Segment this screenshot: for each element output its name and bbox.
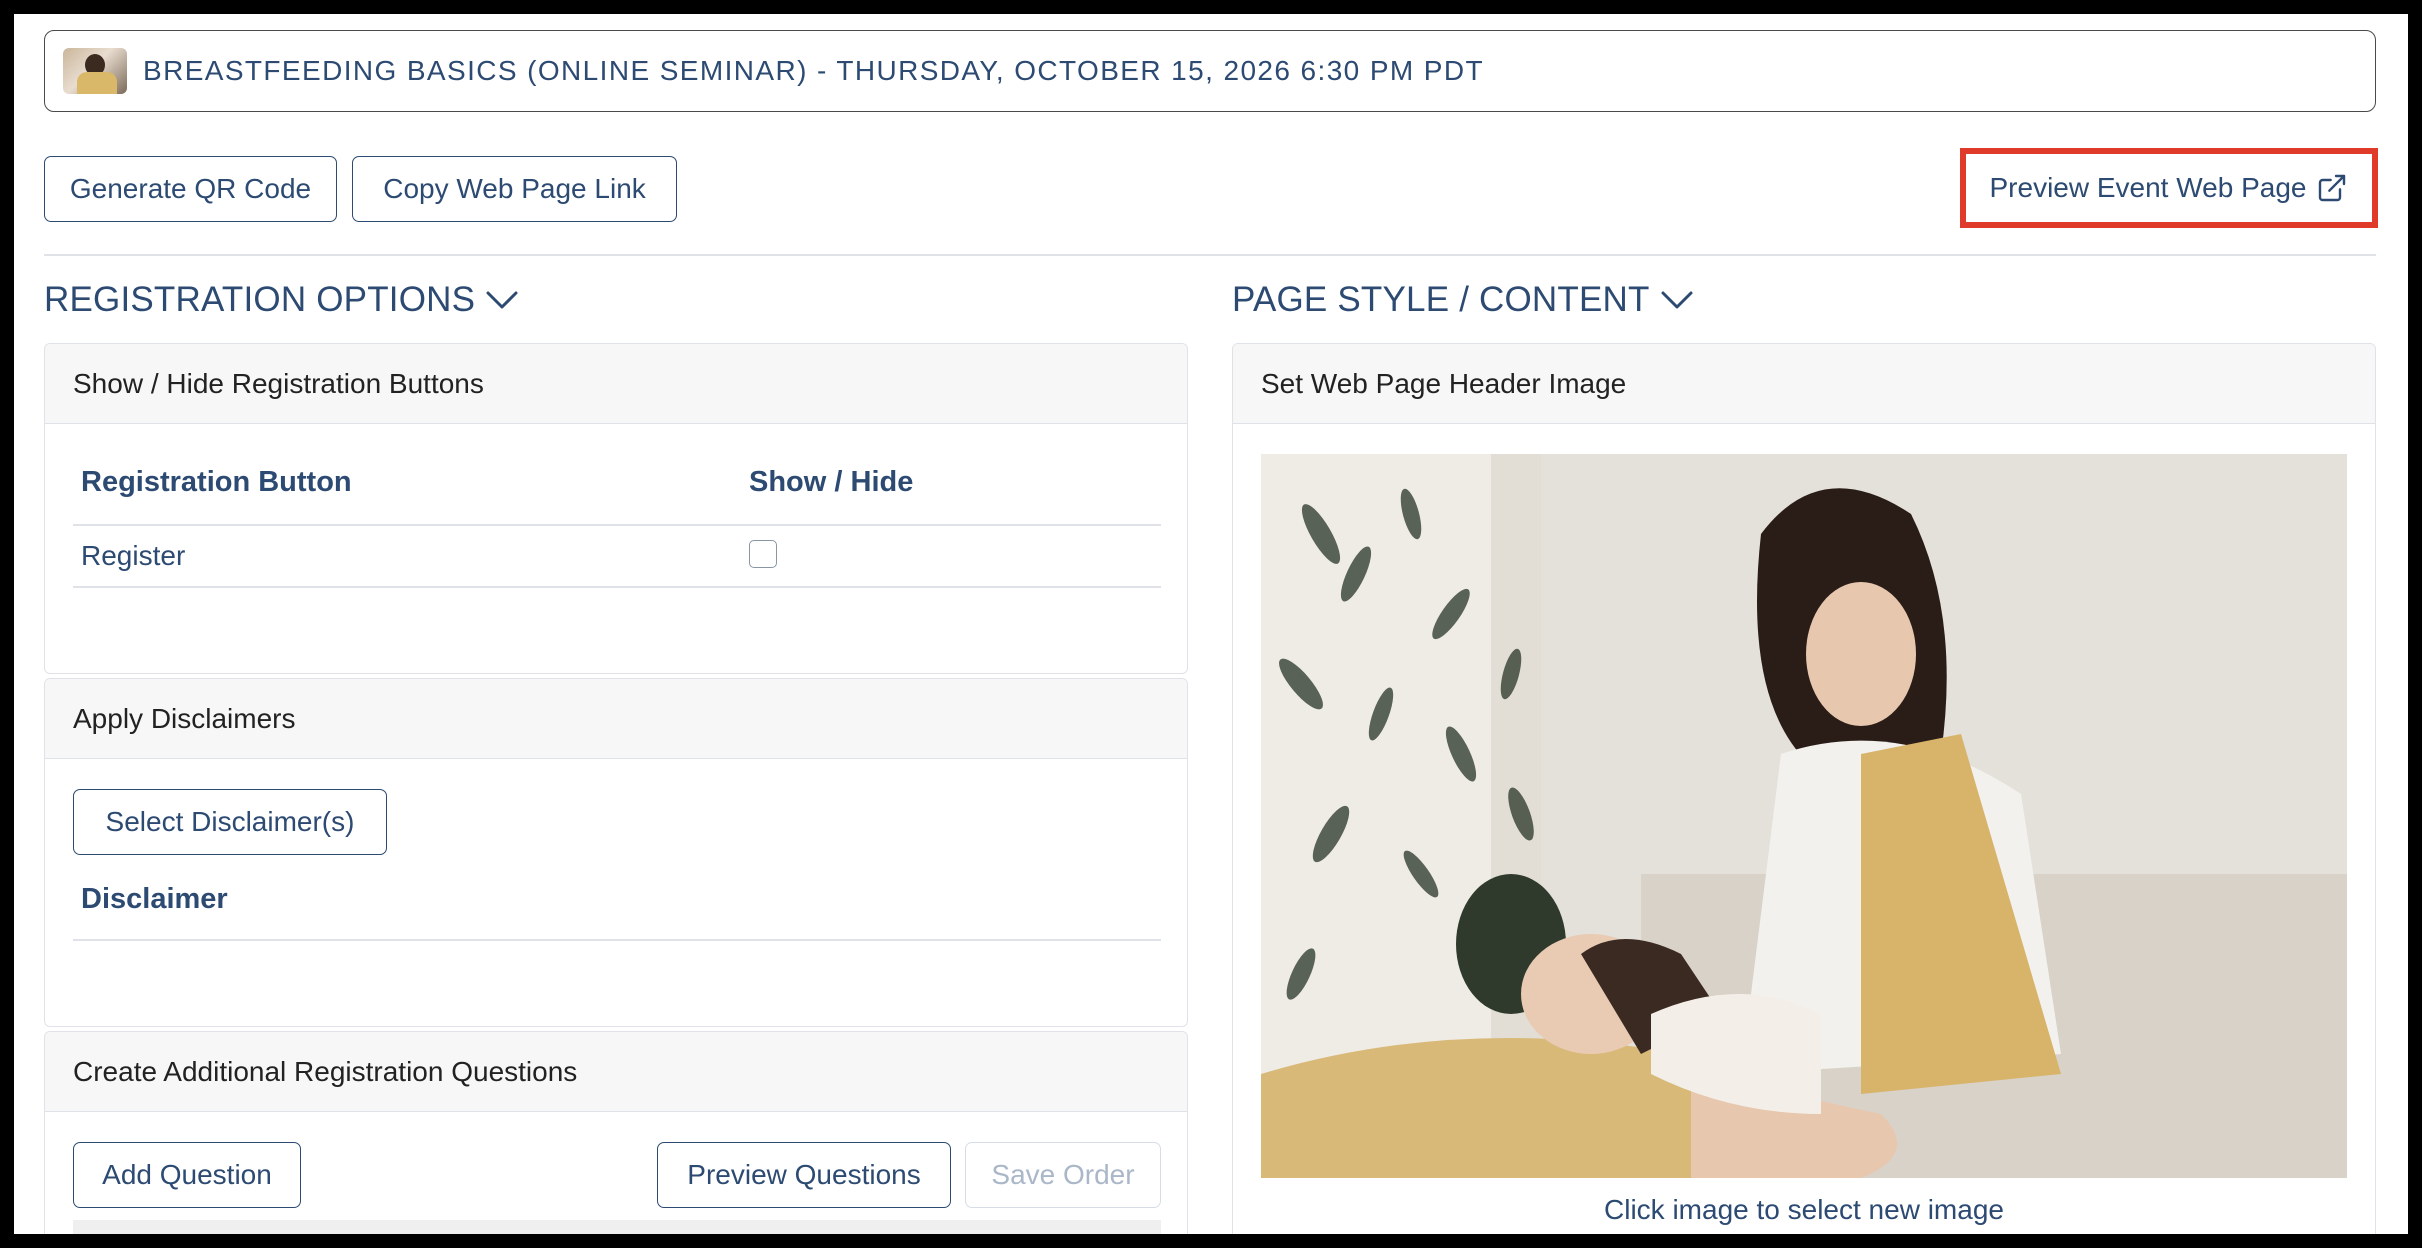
card-header: Set Web Page Header Image bbox=[1233, 344, 2375, 424]
app-window: BREASTFEEDING BASICS (ONLINE SEMINAR) - … bbox=[14, 14, 2408, 1234]
questions-table-header bbox=[73, 1220, 1161, 1234]
registration-options-toggle[interactable]: REGISTRATION OPTIONS bbox=[44, 280, 519, 320]
preview-questions-button[interactable]: Preview Questions bbox=[657, 1142, 951, 1208]
header-image-illustration bbox=[1261, 454, 2347, 1178]
page-style-content-toggle[interactable]: PAGE STYLE / CONTENT bbox=[1232, 280, 1694, 320]
registration-buttons-card: Show / Hide Registration Buttons Registr… bbox=[44, 343, 1188, 674]
table-divider bbox=[73, 524, 1161, 526]
toolbar-divider bbox=[44, 254, 2376, 256]
table-divider bbox=[73, 586, 1161, 588]
registration-options-heading: REGISTRATION OPTIONS bbox=[44, 280, 476, 319]
column-header-disclaimer: Disclaimer bbox=[81, 883, 228, 915]
generate-qr-code-button[interactable]: Generate QR Code bbox=[44, 156, 337, 222]
register-show-hide-checkbox[interactable] bbox=[749, 540, 777, 568]
header-image[interactable] bbox=[1261, 454, 2347, 1178]
table-divider bbox=[73, 939, 1161, 941]
page-style-content-heading: PAGE STYLE / CONTENT bbox=[1232, 280, 1650, 319]
additional-questions-card: Create Additional Registration Questions… bbox=[44, 1031, 1188, 1234]
card-header: Create Additional Registration Questions bbox=[45, 1032, 1187, 1112]
card-header: Apply Disclaimers bbox=[45, 679, 1187, 759]
column-header-show-hide: Show / Hide bbox=[749, 466, 914, 498]
event-title-bar: BREASTFEEDING BASICS (ONLINE SEMINAR) - … bbox=[44, 30, 2376, 112]
save-order-button: Save Order bbox=[965, 1142, 1161, 1208]
external-link-icon bbox=[2319, 174, 2346, 202]
event-thumbnail bbox=[63, 48, 127, 94]
card-header: Show / Hide Registration Buttons bbox=[45, 344, 1187, 424]
event-title: BREASTFEEDING BASICS (ONLINE SEMINAR) - … bbox=[143, 55, 1485, 86]
chevron-down-icon bbox=[486, 291, 518, 309]
add-question-button[interactable]: Add Question bbox=[73, 1142, 301, 1208]
column-header-registration-button: Registration Button bbox=[81, 466, 352, 498]
select-new-image-link[interactable]: Click image to select new image bbox=[1233, 1194, 2375, 1226]
chevron-down-icon bbox=[1661, 291, 1693, 309]
preview-event-web-page-link[interactable]: Preview Event Web Page bbox=[1960, 148, 2378, 228]
preview-event-web-page-label: Preview Event Web Page bbox=[1989, 172, 2307, 203]
select-disclaimers-button[interactable]: Select Disclaimer(s) bbox=[73, 789, 387, 855]
row-label-register: Register bbox=[81, 540, 186, 571]
apply-disclaimers-card: Apply Disclaimers Select Disclaimer(s) D… bbox=[44, 678, 1188, 1027]
header-image-card: Set Web Page Header Image Click image to… bbox=[1232, 343, 2376, 1234]
copy-web-page-link-button[interactable]: Copy Web Page Link bbox=[352, 156, 677, 222]
